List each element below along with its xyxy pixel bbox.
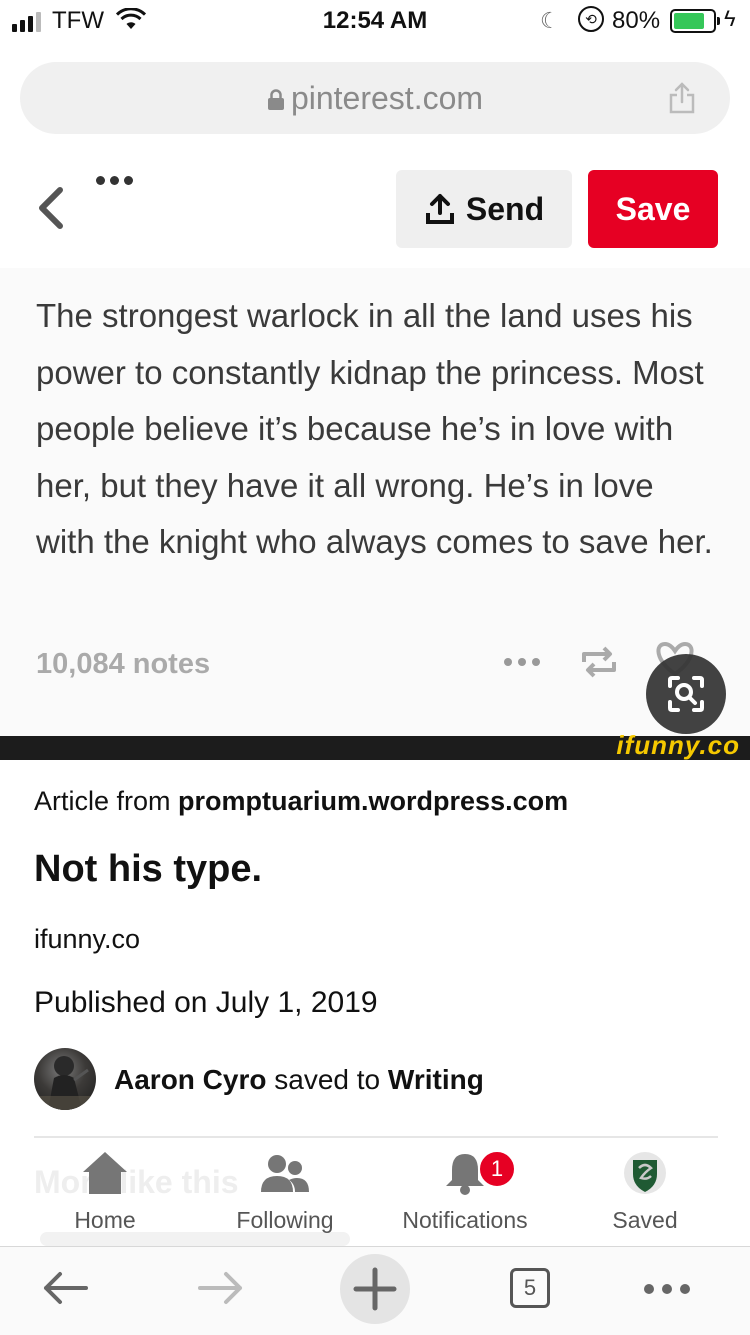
address-text[interactable]: pinterest.com bbox=[0, 80, 750, 117]
article-source: Article from promptuarium.wordpress.com bbox=[34, 786, 568, 817]
ghost-pill bbox=[40, 1232, 350, 1246]
avatar[interactable] bbox=[34, 1048, 96, 1110]
tab-following-label: Following bbox=[236, 1207, 334, 1233]
url-label: pinterest.com bbox=[290, 80, 484, 116]
tab-notifications-label: Notifications bbox=[402, 1207, 528, 1233]
visual-search-button[interactable] bbox=[646, 654, 726, 734]
saved-to-text: saved to bbox=[274, 1064, 381, 1095]
tab-home-label: Home bbox=[74, 1207, 136, 1233]
upload-icon bbox=[425, 194, 454, 224]
visual-search-icon bbox=[668, 676, 704, 712]
people-icon bbox=[261, 1155, 309, 1192]
save-label: Save bbox=[615, 190, 691, 227]
post-more-icon bbox=[504, 658, 540, 666]
post-text: The strongest warlock in all the land us… bbox=[36, 297, 713, 560]
notification-badge: 1 bbox=[478, 1150, 516, 1188]
charging-icon: ϟ bbox=[724, 6, 736, 31]
tab-notifications[interactable]: Notifications bbox=[375, 1150, 555, 1234]
plus-icon bbox=[353, 1267, 397, 1311]
notes-count: 10,084 notes bbox=[36, 648, 211, 680]
tabs-icon[interactable]: 5 bbox=[510, 1268, 550, 1308]
rotation-lock-icon: ⟲ bbox=[578, 6, 604, 32]
tab-saved-label: Saved bbox=[612, 1207, 678, 1233]
do-not-disturb-icon: ☾ bbox=[540, 8, 560, 33]
reblog-icon bbox=[582, 646, 616, 678]
new-button[interactable] bbox=[340, 1254, 410, 1324]
tab-following[interactable]: Following bbox=[195, 1150, 375, 1234]
send-button[interactable]: Send bbox=[396, 170, 572, 248]
battery-percent: 80% bbox=[612, 7, 661, 34]
back-arrow-icon[interactable] bbox=[40, 1268, 90, 1308]
pin-domain-link[interactable]: ifunny.co bbox=[34, 924, 140, 955]
more-icon[interactable] bbox=[644, 1284, 690, 1294]
battery-icon bbox=[670, 9, 720, 33]
forward-arrow-icon[interactable] bbox=[196, 1268, 246, 1308]
back-chevron-icon[interactable] bbox=[36, 186, 66, 230]
tab-home[interactable]: Home bbox=[15, 1150, 195, 1234]
section-divider bbox=[34, 1136, 718, 1138]
home-icon bbox=[83, 1152, 127, 1194]
save-button[interactable]: Save bbox=[588, 170, 718, 248]
crest-avatar-icon bbox=[624, 1152, 666, 1194]
published-date: Published on July 1, 2019 bbox=[34, 986, 378, 1019]
saved-by-line: Aaron Cyro saved to Writing bbox=[114, 1064, 484, 1096]
article-source-link[interactable]: promptuarium.wordpress.com bbox=[178, 786, 568, 816]
article-from-prefix: Article from bbox=[34, 786, 171, 816]
status-bar: TFW 12:54 AM ☾ ⟲ 80% ϟ bbox=[0, 0, 750, 44]
pin-title: Not his type. bbox=[34, 848, 263, 890]
board-name-link[interactable]: Writing bbox=[388, 1064, 484, 1095]
saver-name-link[interactable]: Aaron Cyro bbox=[114, 1064, 266, 1095]
tab-saved[interactable]: Saved bbox=[555, 1150, 735, 1234]
more-options-icon[interactable] bbox=[96, 176, 133, 185]
lock-icon bbox=[267, 89, 284, 110]
avatar-figure-icon bbox=[34, 1056, 96, 1110]
send-label: Send bbox=[465, 190, 545, 227]
ifunny-watermark: ifunny.co bbox=[616, 730, 740, 760]
share-icon[interactable] bbox=[668, 82, 696, 114]
